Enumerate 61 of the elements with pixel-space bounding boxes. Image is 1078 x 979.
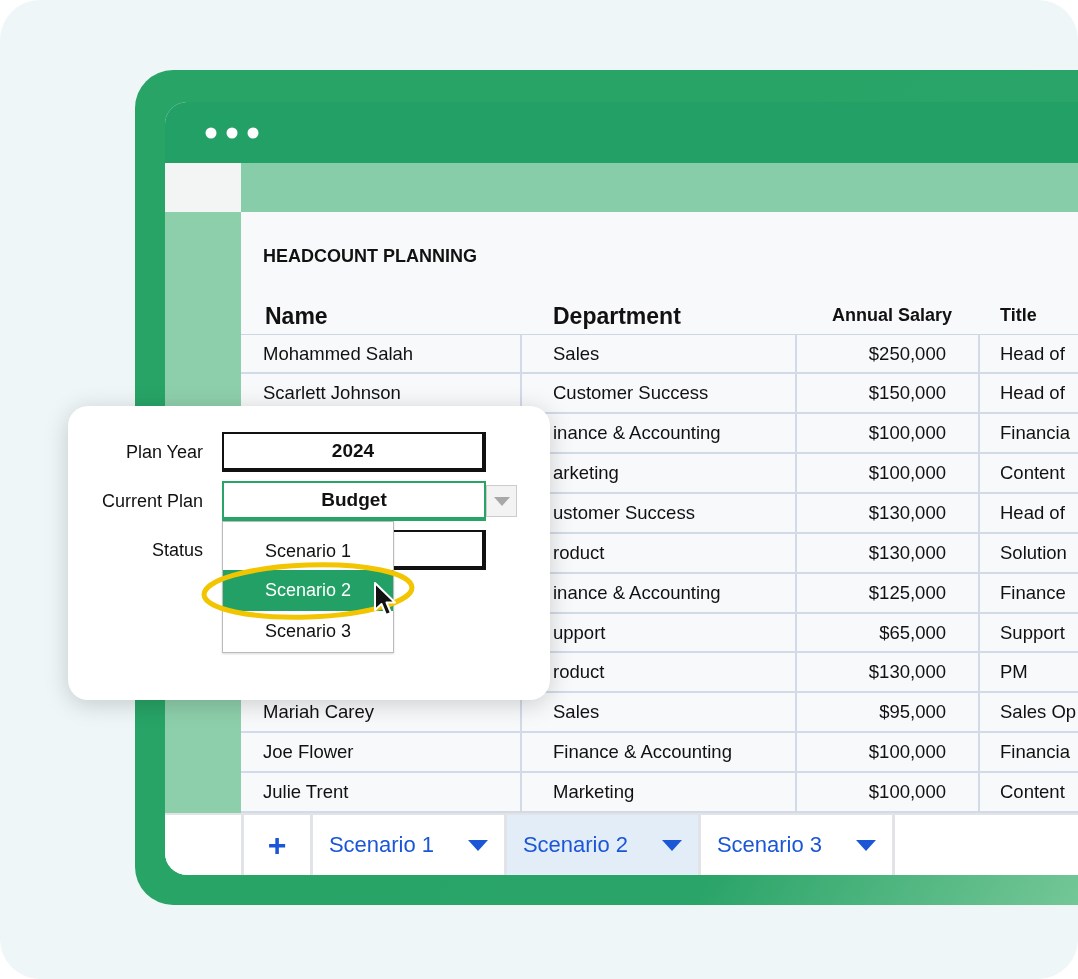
column-header: Title <box>1000 304 1037 326</box>
table-cell: Content <box>1000 781 1065 803</box>
table-cell: $130,000 <box>868 541 946 564</box>
caret-icon <box>493 496 510 506</box>
sheet-tab[interactable]: Scenario 2 <box>507 815 701 875</box>
table-cell: Financia <box>1000 741 1070 764</box>
column-header: Annual Salary <box>831 304 952 326</box>
table-cell: Sales <box>553 342 600 365</box>
window-dots-icon <box>205 126 261 139</box>
table-cell: Sales Op <box>1000 701 1077 724</box>
table-cell: Finance <box>1000 581 1066 604</box>
table-cell: Financia <box>1000 422 1070 445</box>
table-cell: $250,000 <box>868 342 946 365</box>
table-cell: $100,000 <box>868 462 946 485</box>
table-cell: Joe Flower <box>263 741 354 764</box>
table-cell: Head of <box>1000 342 1065 365</box>
table-cell: ustomer Success <box>553 501 695 524</box>
table-cell: roduct <box>553 541 605 564</box>
table-cell: Sales <box>553 701 600 724</box>
table-cell: $100,000 <box>868 741 946 764</box>
table-cell: $125,000 <box>868 581 946 604</box>
table-cell: $100,000 <box>868 781 946 803</box>
table-cell: Finance & Accounting <box>553 741 732 764</box>
table-cell: inance & Accounting <box>553 422 721 445</box>
column-header: Name <box>265 302 328 330</box>
add-tab-button[interactable]: + <box>241 815 313 875</box>
table-cell: $65,000 <box>879 621 946 644</box>
table-cell: $150,000 <box>868 382 946 405</box>
table-cell: PM <box>1000 661 1028 684</box>
dropdown-option[interactable]: Scenario 1 <box>223 522 393 570</box>
input-field[interactable]: 2024 <box>222 432 486 472</box>
column-header: Department <box>553 302 681 330</box>
caret-icon <box>856 839 877 851</box>
table-cell: arketing <box>553 462 619 485</box>
table-cell: Head of <box>1000 382 1065 405</box>
table-cell: Head of <box>1000 501 1065 524</box>
dropdown-button[interactable] <box>486 485 517 517</box>
caret-icon <box>662 839 683 851</box>
table-cell: Mariah Carey <box>263 701 375 724</box>
field-label: Current Plan <box>100 490 203 512</box>
table-cell: $95,000 <box>879 701 946 724</box>
caret-icon <box>468 839 489 851</box>
table-cell: Marketing <box>553 781 635 803</box>
sheet-title: HEADCOUNT PLANNING <box>262 245 478 269</box>
table-cell: inance & Accounting <box>553 581 721 604</box>
dropdown-option[interactable]: Scenario 3 <box>223 611 393 652</box>
table-cell: $100,000 <box>868 422 946 445</box>
table-cell: Scarlett Johnson <box>263 382 401 405</box>
field-label: Plan Year <box>124 441 203 463</box>
table-cell: Mohammed Salah <box>263 342 414 365</box>
table-cell: upport <box>553 621 606 644</box>
table-cell: Customer Success <box>553 382 709 405</box>
plan-select[interactable]: Budget <box>222 481 486 521</box>
table-cell: Solution <box>1000 541 1067 564</box>
table-cell: Content <box>1000 462 1065 485</box>
table-cell: $130,000 <box>868 661 946 684</box>
table-cell: Julie Trent <box>263 781 349 803</box>
table-cell: Support <box>1000 621 1065 644</box>
field-label: Status <box>150 539 203 561</box>
table-cell: roduct <box>553 661 605 684</box>
table-cell: $130,000 <box>868 501 946 524</box>
